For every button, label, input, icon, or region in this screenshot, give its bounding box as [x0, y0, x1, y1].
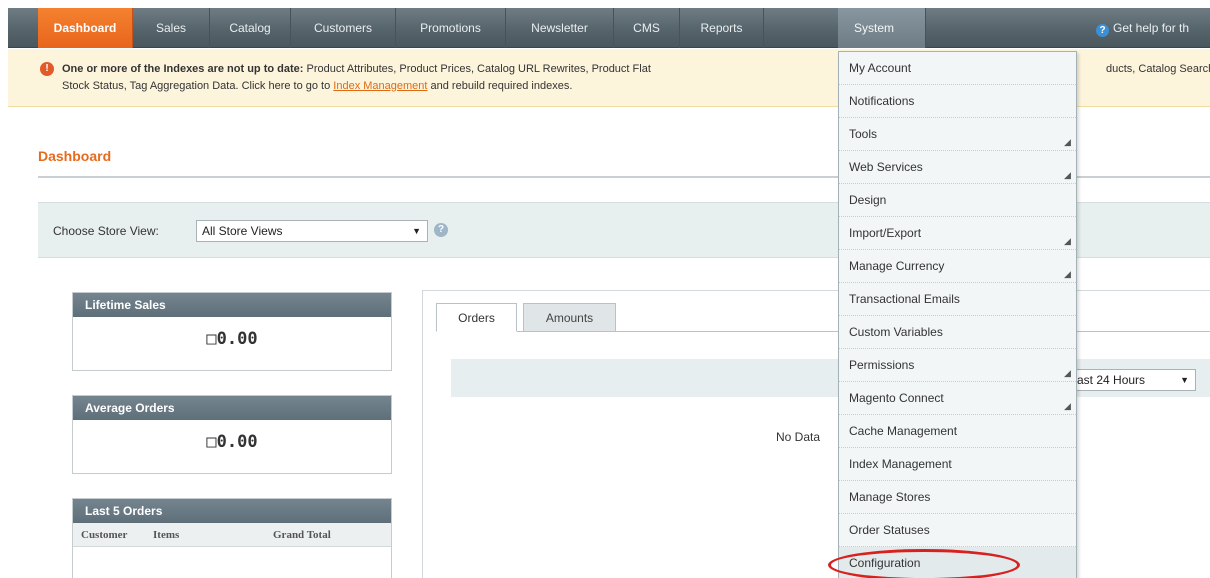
menu-item-cache-management[interactable]: Cache Management [839, 415, 1076, 448]
last-orders-title: Last 5 Orders [73, 499, 391, 523]
top-band [0, 0, 1210, 8]
store-view-select[interactable]: All Store Views ▼ [196, 220, 428, 242]
notice-line1-right: ducts, Catalog Search [1106, 63, 1210, 75]
menu-item-label: Import/Export [849, 226, 922, 240]
system-menu: My Account Notifications Tools ◢ Web Service… [838, 51, 1077, 578]
nav-catalog[interactable]: Catalog [210, 8, 291, 48]
menu-item-label: Custom Variables [849, 325, 943, 339]
notice-bold: One or more of the Indexes are not up to… [62, 63, 304, 75]
menu-item-label: Permissions [849, 358, 915, 372]
nav-system[interactable]: System [838, 8, 926, 48]
menu-item-label: Web Services [849, 160, 923, 174]
average-orders-title: Average Orders [73, 396, 391, 420]
last-orders-columns: Customer Items Grand Total [73, 523, 391, 547]
average-orders-box: Average Orders □0.00 [72, 395, 392, 474]
menu-item-label: Transactional Emails [849, 292, 960, 306]
store-view-value: All Store Views [202, 224, 283, 238]
menu-item-notifications[interactable]: Notifications [839, 85, 1076, 118]
nav-cms[interactable]: CMS [614, 8, 680, 48]
page-title: Dashboard [38, 148, 112, 164]
menu-item-manage-currency[interactable]: Manage Currency ◢ [839, 250, 1076, 283]
notice-line-1: One or more of the Indexes are not up to… [62, 63, 651, 75]
last-orders-box: Last 5 Orders Customer Items Grand Total [72, 498, 392, 578]
help-link[interactable]: ? Get help for th [1096, 8, 1189, 48]
notice-line-2: Stock Status, Tag Aggregation Data. Clic… [62, 80, 572, 92]
nav-promotions[interactable]: Promotions [396, 8, 506, 48]
menu-item-permissions[interactable]: Permissions ◢ [839, 349, 1076, 382]
menu-item-label: Magento Connect [849, 391, 944, 405]
menu-item-custom-variables[interactable]: Custom Variables [839, 316, 1076, 349]
nav-reports[interactable]: Reports [680, 8, 764, 48]
menu-item-label: Tools [849, 127, 878, 141]
help-icon[interactable]: ? [434, 223, 448, 237]
nav-dashboard[interactable]: Dashboard [38, 8, 133, 48]
menu-item-label: Manage Currency [849, 259, 945, 273]
nav-customers[interactable]: Customers [291, 8, 396, 48]
menu-item-label: Index Management [849, 457, 952, 471]
menu-item-order-statuses[interactable]: Order Statuses [839, 514, 1076, 547]
tab-orders[interactable]: Orders [436, 303, 517, 332]
lifetime-sales-title: Lifetime Sales [73, 293, 391, 317]
average-orders-value: □0.00 [206, 432, 258, 452]
menu-item-magento-connect[interactable]: Magento Connect ◢ [839, 382, 1076, 415]
menu-item-configuration[interactable]: Configuration [839, 547, 1076, 578]
menu-item-tools[interactable]: Tools ◢ [839, 118, 1076, 151]
range-select[interactable]: ast 24 Hours ▼ [1072, 369, 1196, 391]
menu-item-web-services[interactable]: Web Services ◢ [839, 151, 1076, 184]
tab-divider [436, 331, 1210, 332]
lifetime-sales-box: Lifetime Sales □0.00 [72, 292, 392, 371]
select-arrow-icon: ▼ [1180, 375, 1189, 385]
menu-item-import-export[interactable]: Import/Export ◢ [839, 217, 1076, 250]
tab-amounts[interactable]: Amounts [523, 303, 616, 332]
lifetime-sales-value: □0.00 [206, 329, 258, 349]
notice-line2-end: and rebuild required indexes. [427, 80, 573, 92]
notice-line2-text: Stock Status, Tag Aggregation Data. Clic… [62, 80, 334, 92]
menu-item-index-management[interactable]: Index Management [839, 448, 1076, 481]
main-nav: Dashboard Sales Catalog Customers Promot… [8, 8, 1210, 48]
menu-item-label: Design [849, 193, 887, 207]
col-customer[interactable]: Customer [81, 529, 127, 541]
range-value: ast 24 Hours [1077, 373, 1146, 387]
no-data-label: No Data [776, 430, 821, 444]
store-view-label: Choose Store View: [53, 224, 159, 238]
menu-item-my-account[interactable]: My Account [839, 52, 1076, 85]
menu-item-label: My Account [849, 61, 912, 75]
nav-newsletter[interactable]: Newsletter [506, 8, 614, 48]
menu-item-transactional-emails[interactable]: Transactional Emails [839, 283, 1076, 316]
menu-item-design[interactable]: Design [839, 184, 1076, 217]
select-arrow-icon: ▼ [412, 226, 421, 236]
help-label: Get help for th [1113, 21, 1190, 35]
menu-item-label: Manage Stores [849, 490, 931, 504]
col-items[interactable]: Items [153, 529, 179, 541]
col-grand-total[interactable]: Grand Total [273, 529, 331, 541]
menu-item-label: Order Statuses [849, 523, 930, 537]
index-management-link[interactable]: Index Management [333, 80, 427, 92]
help-icon: ? [1096, 24, 1109, 37]
alert-icon: ! [40, 62, 54, 76]
menu-item-label: Cache Management [849, 424, 958, 438]
menu-item-label: Notifications [849, 94, 915, 108]
menu-item-label: Configuration [849, 556, 921, 570]
nav-sales[interactable]: Sales [133, 8, 210, 48]
notice-line1-text: Product Attributes, Product Prices, Cata… [303, 63, 651, 75]
menu-item-manage-stores[interactable]: Manage Stores [839, 481, 1076, 514]
